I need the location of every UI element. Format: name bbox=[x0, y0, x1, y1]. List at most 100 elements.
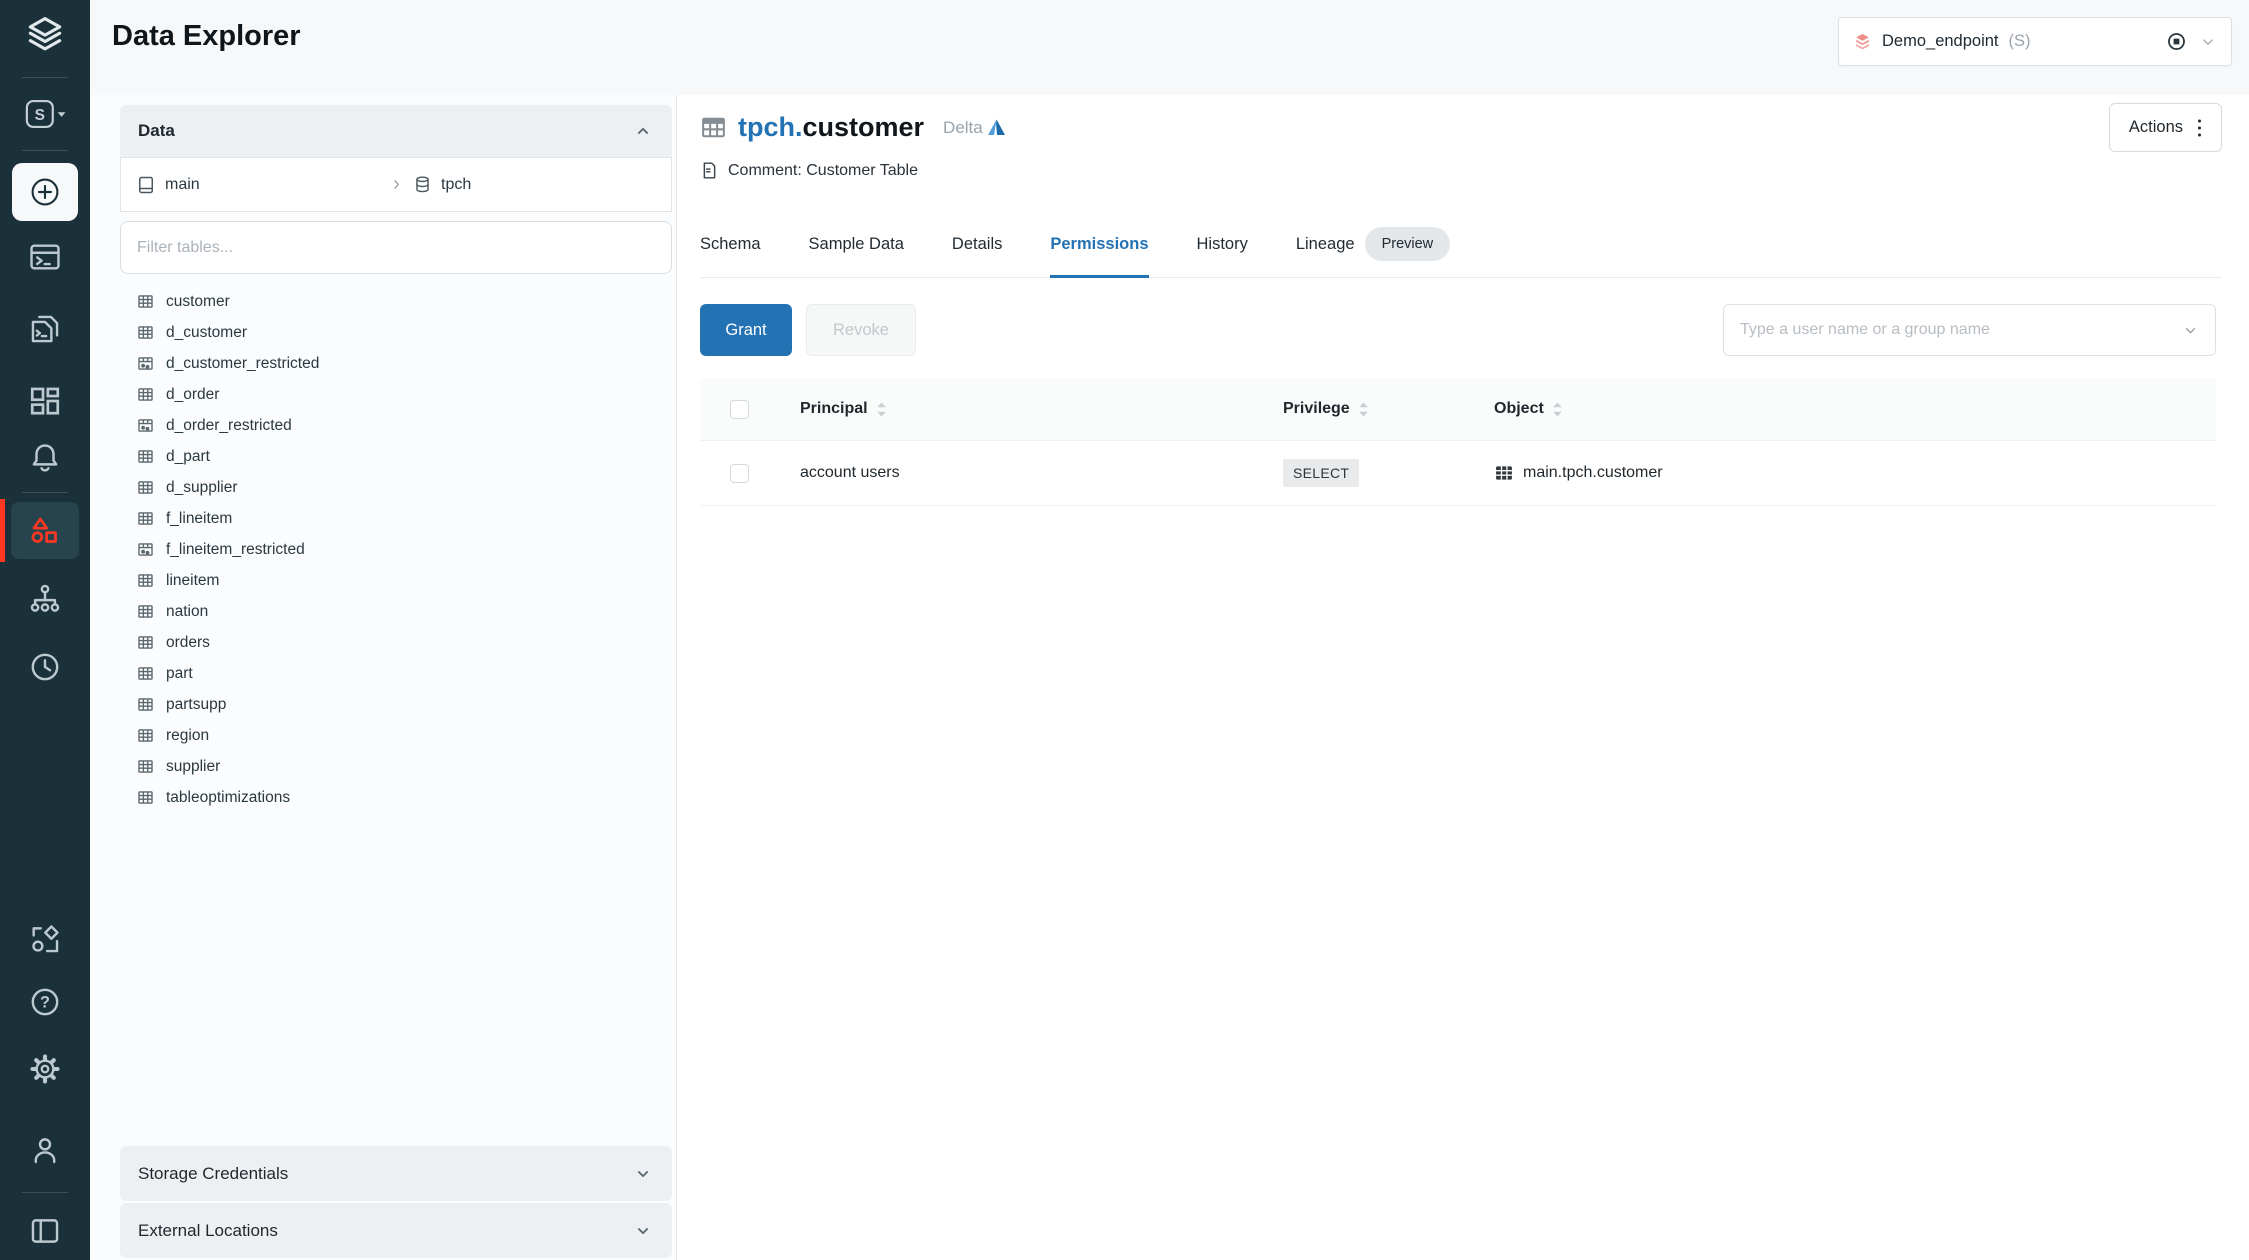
table-name: f_lineitem_restricted bbox=[166, 541, 305, 559]
table-list-item[interactable]: part bbox=[120, 658, 672, 689]
principal-search-input[interactable] bbox=[1740, 321, 2182, 339]
endpoint-stop-icon[interactable] bbox=[2166, 31, 2187, 52]
column-header-object[interactable]: Object bbox=[1494, 400, 2216, 418]
sidebar-item-sql-editor[interactable] bbox=[0, 240, 90, 274]
table-name: customer bbox=[166, 293, 230, 311]
sidebar-item-partner-connect[interactable] bbox=[0, 922, 90, 956]
page-title: Data Explorer bbox=[112, 20, 301, 53]
entity-format: Delta bbox=[943, 117, 1007, 138]
tab-label: Lineage bbox=[1296, 235, 1355, 254]
sidebar-item-user-account[interactable] bbox=[0, 1133, 90, 1167]
table-list-item[interactable]: d_part bbox=[120, 441, 672, 472]
chevron-down-icon bbox=[632, 1220, 654, 1242]
tab-sample-data[interactable]: Sample Data bbox=[809, 211, 904, 277]
tab-label: Permissions bbox=[1050, 235, 1148, 254]
sidebar-item-alerts[interactable] bbox=[0, 441, 90, 475]
plus-circle-icon bbox=[29, 176, 61, 208]
sidebar-divider bbox=[22, 492, 68, 493]
sidebar-item-dashboards[interactable] bbox=[0, 384, 90, 418]
section-label: Storage Credentials bbox=[138, 1164, 288, 1184]
table-list-item[interactable]: f_lineitem bbox=[120, 503, 672, 534]
table-list-item[interactable]: lineitem bbox=[120, 565, 672, 596]
sidebar-item-help[interactable]: ? bbox=[0, 985, 90, 1019]
persona-switcher[interactable]: S bbox=[0, 94, 90, 134]
document-icon bbox=[700, 161, 719, 180]
sidebar-item-settings[interactable] bbox=[0, 1052, 90, 1086]
sort-icon[interactable] bbox=[1552, 401, 1563, 418]
data-panel-header[interactable]: Data bbox=[120, 105, 672, 157]
permissions-toolbar: Grant Revoke bbox=[700, 304, 2216, 356]
grant-button[interactable]: Grant bbox=[700, 304, 792, 356]
gear-icon bbox=[28, 1052, 62, 1086]
tab-schema[interactable]: Schema bbox=[700, 211, 761, 277]
sidebar-item-query-history[interactable] bbox=[0, 650, 90, 684]
view-icon bbox=[137, 355, 154, 372]
sort-icon[interactable] bbox=[876, 401, 887, 418]
chevron-up-icon[interactable] bbox=[632, 120, 654, 142]
sort-icon[interactable] bbox=[1358, 401, 1369, 418]
select-all-checkbox[interactable] bbox=[730, 400, 749, 419]
table-list-item[interactable]: d_order bbox=[120, 379, 672, 410]
table-list-item[interactable]: d_customer_restricted bbox=[120, 348, 672, 379]
tab-lineage[interactable]: Lineage Preview bbox=[1296, 211, 1450, 277]
entity-table-name: customer bbox=[803, 112, 925, 142]
tab-permissions[interactable]: Permissions bbox=[1050, 211, 1148, 277]
sidebar-item-queries[interactable] bbox=[0, 312, 90, 346]
panel-toggle-icon bbox=[28, 1214, 62, 1248]
permission-row: account usersSELECTmain.tpch.customer bbox=[700, 441, 2216, 506]
table-name: orders bbox=[166, 634, 210, 652]
preview-badge: Preview bbox=[1365, 227, 1451, 261]
table-list-item[interactable]: partsupp bbox=[120, 689, 672, 720]
filter-tables-input[interactable] bbox=[120, 221, 672, 274]
table-list-item[interactable]: d_supplier bbox=[120, 472, 672, 503]
permissions-table-header: Principal Privilege Object bbox=[700, 378, 2216, 441]
workflows-icon bbox=[28, 582, 62, 616]
tab-label: History bbox=[1197, 235, 1248, 254]
actions-button[interactable]: Actions bbox=[2109, 103, 2222, 152]
table-icon bbox=[1494, 463, 1514, 483]
table-name: d_order bbox=[166, 386, 219, 404]
sidebar-item-data-explorer[interactable] bbox=[11, 502, 79, 559]
queries-icon bbox=[28, 312, 62, 346]
table-list-item[interactable]: tableoptimizations bbox=[120, 782, 672, 813]
table-list-item[interactable]: f_lineitem_restricted bbox=[120, 534, 672, 565]
column-label: Object bbox=[1494, 400, 1544, 418]
table-list-item[interactable]: region bbox=[120, 720, 672, 751]
endpoint-layers-icon bbox=[1853, 32, 1872, 51]
sidebar-divider bbox=[22, 1192, 68, 1193]
storage-credentials-section[interactable]: Storage Credentials bbox=[120, 1146, 672, 1201]
column-header-privilege[interactable]: Privilege bbox=[1283, 400, 1494, 418]
data-panel-title: Data bbox=[138, 121, 175, 141]
table-name: f_lineitem bbox=[166, 510, 232, 528]
tab-label: Schema bbox=[700, 235, 761, 254]
permissions-table-body: account usersSELECTmain.tpch.customer bbox=[700, 441, 2216, 506]
column-header-principal[interactable]: Principal bbox=[800, 400, 1283, 418]
sidebar-collapse-toggle[interactable] bbox=[0, 1214, 90, 1248]
table-list-item[interactable]: orders bbox=[120, 627, 672, 658]
breadcrumb-catalog[interactable]: main bbox=[136, 175, 389, 195]
dashboards-icon bbox=[28, 384, 62, 418]
table-list-item[interactable]: d_customer bbox=[120, 317, 672, 348]
external-locations-section[interactable]: External Locations bbox=[120, 1203, 672, 1258]
table-list-item[interactable]: nation bbox=[120, 596, 672, 627]
object-cell: main.tpch.customer bbox=[1523, 464, 1663, 482]
endpoint-selector[interactable]: Demo_endpoint (S) bbox=[1838, 17, 2232, 66]
tab-details[interactable]: Details bbox=[952, 211, 1002, 277]
principal-search-select[interactable] bbox=[1723, 304, 2216, 356]
table-icon bbox=[137, 696, 154, 713]
row-checkbox[interactable] bbox=[730, 464, 749, 483]
breadcrumb-schema[interactable]: tpch bbox=[413, 175, 471, 194]
table-list-item[interactable]: d_order_restricted bbox=[120, 410, 672, 441]
privilege-badge: SELECT bbox=[1283, 459, 1359, 487]
tab-history[interactable]: History bbox=[1197, 211, 1248, 277]
schema-name: tpch bbox=[441, 176, 471, 194]
table-icon bbox=[137, 665, 154, 682]
revoke-button[interactable]: Revoke bbox=[806, 304, 916, 356]
table-list-item[interactable]: customer bbox=[120, 286, 672, 317]
table-icon bbox=[137, 789, 154, 806]
entity-name: tpch.customer bbox=[738, 112, 924, 143]
table-list-item[interactable]: supplier bbox=[120, 751, 672, 782]
sidebar-item-workflows[interactable] bbox=[0, 582, 90, 616]
create-button[interactable] bbox=[12, 163, 78, 221]
chevron-down-icon[interactable] bbox=[2199, 33, 2217, 51]
